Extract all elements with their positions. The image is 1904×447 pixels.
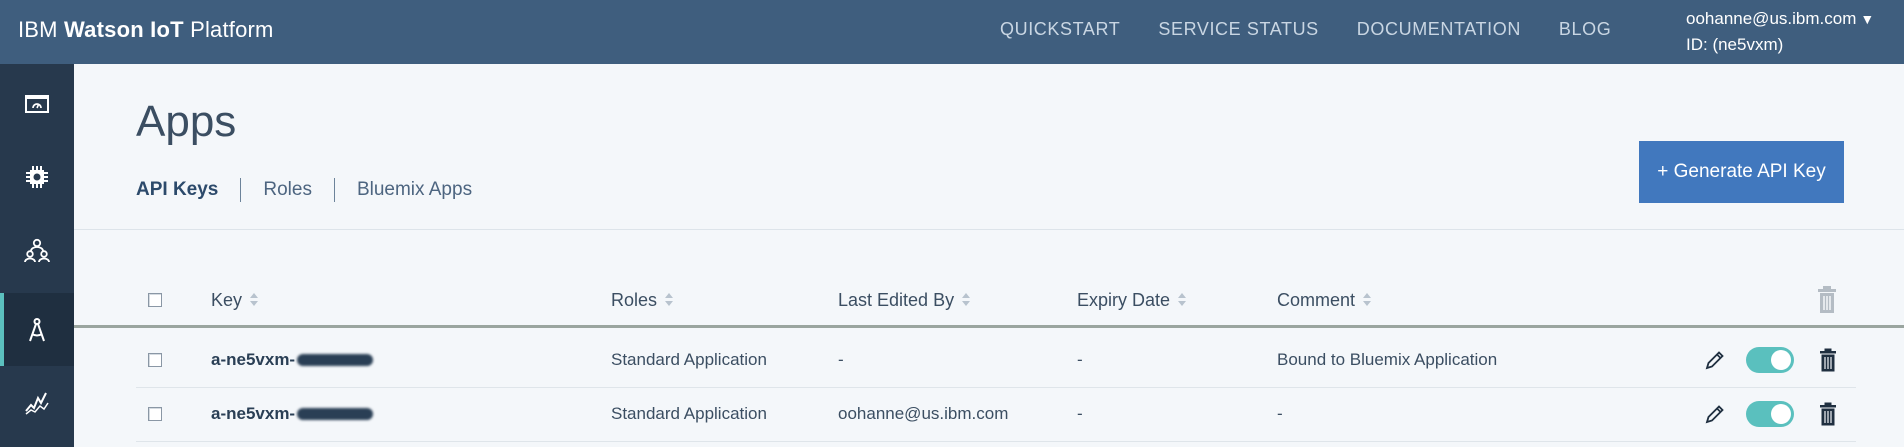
- select-all-checkbox[interactable]: [148, 293, 162, 307]
- nav-blog[interactable]: BLOG: [1559, 19, 1611, 40]
- usage-chart-icon: [25, 392, 49, 415]
- expiry-cell: -: [1077, 403, 1083, 423]
- enable-toggle-cell: [1746, 386, 1794, 441]
- redacted-key: [297, 407, 374, 420]
- nav-service-status[interactable]: SERVICE STATUS: [1158, 19, 1318, 40]
- tab-roles[interactable]: Roles: [263, 179, 312, 201]
- sidebar-item-usage[interactable]: [0, 374, 74, 429]
- sort-icon: [665, 293, 674, 307]
- column-header-comment[interactable]: Comment: [1277, 275, 1372, 325]
- delete-button[interactable]: [1819, 386, 1837, 441]
- delete-button[interactable]: [1819, 332, 1837, 387]
- column-label: Key: [211, 289, 243, 310]
- last-edited-cell: -: [838, 349, 844, 369]
- column-label: Roles: [611, 289, 658, 310]
- enable-toggle-cell: [1746, 332, 1794, 387]
- column-label: Last Edited By: [838, 289, 955, 310]
- table-row: a-ne5vxm- Standard Application oohanne@u…: [136, 386, 1856, 442]
- sort-icon: [1178, 293, 1187, 307]
- nav-documentation[interactable]: DOCUMENTATION: [1357, 19, 1521, 40]
- api-key-cell: a-ne5vxm-: [211, 332, 374, 387]
- brand-logo[interactable]: IBM Watson IoT Platform: [18, 17, 274, 43]
- brand-prefix: IBM: [18, 17, 65, 42]
- brand-bold: Watson IoT: [64, 17, 184, 42]
- user-org-id: ID: (ne5vxm): [1686, 35, 1784, 54]
- trash-icon: [1818, 286, 1836, 313]
- column-label: Comment: [1277, 289, 1356, 310]
- column-header-last-edited-by[interactable]: Last Edited By: [838, 275, 971, 325]
- api-key-cell: a-ne5vxm-: [211, 386, 374, 441]
- trash-icon: [1820, 402, 1836, 425]
- column-header-key[interactable]: Key: [211, 275, 259, 325]
- sidebar-item-dashboard[interactable]: [0, 76, 74, 131]
- members-icon: [24, 238, 50, 262]
- table-row: a-ne5vxm- Standard Application - - Bound…: [136, 332, 1856, 388]
- toggle-knob: [1771, 403, 1791, 424]
- comment-cell: -: [1277, 403, 1283, 423]
- header-rule: [74, 325, 1904, 328]
- roles-cell: Standard Application: [611, 403, 767, 423]
- edit-button[interactable]: [1704, 332, 1726, 387]
- api-key-prefix: a-ne5vxm-: [211, 349, 296, 369]
- sort-icon: [250, 293, 259, 307]
- api-key-prefix: a-ne5vxm-: [211, 403, 296, 423]
- enable-toggle[interactable]: [1746, 400, 1794, 427]
- section-divider: [74, 229, 1904, 230]
- table-header: Key Roles Last Edited By Expiry Date Com…: [74, 275, 1904, 325]
- edit-button[interactable]: [1704, 386, 1726, 441]
- tab-bar: API Keys Roles Bluemix Apps: [136, 178, 472, 202]
- chevron-down-icon: ▼: [1860, 11, 1875, 27]
- apps-compass-icon: [29, 317, 45, 341]
- tab-api-keys[interactable]: API Keys: [136, 179, 218, 201]
- column-header-expiry-date[interactable]: Expiry Date: [1077, 275, 1187, 325]
- sidebar: [0, 64, 74, 447]
- comment-cell: Bound to Bluemix Application: [1277, 349, 1498, 369]
- toggle-knob: [1771, 349, 1791, 370]
- generate-api-key-button[interactable]: + Generate API Key: [1639, 141, 1844, 203]
- redacted-key: [297, 353, 374, 366]
- tab-divider: [333, 178, 335, 202]
- row-checkbox-cell: [148, 332, 162, 387]
- sidebar-item-members[interactable]: [0, 222, 74, 277]
- user-menu[interactable]: oohanne@us.ibm.com ▼ ID: (ne5vxm): [1686, 6, 1874, 57]
- top-nav: QUICKSTART SERVICE STATUS DOCUMENTATION …: [1000, 0, 1649, 58]
- expiry-cell: -: [1077, 349, 1083, 369]
- sort-icon: [962, 293, 971, 307]
- pencil-icon: [1705, 350, 1724, 369]
- select-all-checkbox-cell: [148, 275, 162, 325]
- nav-quickstart[interactable]: QUICKSTART: [1000, 19, 1120, 40]
- pencil-icon: [1705, 404, 1724, 423]
- enable-toggle[interactable]: [1746, 346, 1794, 373]
- tab-divider: [240, 178, 242, 202]
- user-email: oohanne@us.ibm.com: [1686, 9, 1857, 28]
- bulk-delete-button[interactable]: [1817, 275, 1837, 325]
- last-edited-cell: oohanne@us.ibm.com: [838, 403, 1009, 423]
- sidebar-item-devices[interactable]: [0, 149, 74, 204]
- roles-cell: Standard Application: [611, 349, 767, 369]
- column-label: Expiry Date: [1077, 289, 1171, 310]
- row-checkbox-cell: [148, 386, 162, 441]
- devices-chip-icon: [26, 165, 48, 188]
- column-header-roles[interactable]: Roles: [611, 275, 674, 325]
- row-checkbox[interactable]: [148, 352, 162, 367]
- dashboard-icon: [25, 94, 49, 113]
- row-checkbox[interactable]: [148, 406, 162, 421]
- sort-icon: [1363, 293, 1372, 307]
- page-title: Apps: [136, 97, 237, 146]
- brand-suffix: Platform: [183, 17, 274, 42]
- top-header: IBM Watson IoT Platform QUICKSTART SERVI…: [0, 0, 1904, 64]
- tab-bluemix-apps[interactable]: Bluemix Apps: [357, 179, 472, 201]
- sidebar-item-apps[interactable]: [0, 293, 74, 366]
- trash-icon: [1820, 348, 1836, 371]
